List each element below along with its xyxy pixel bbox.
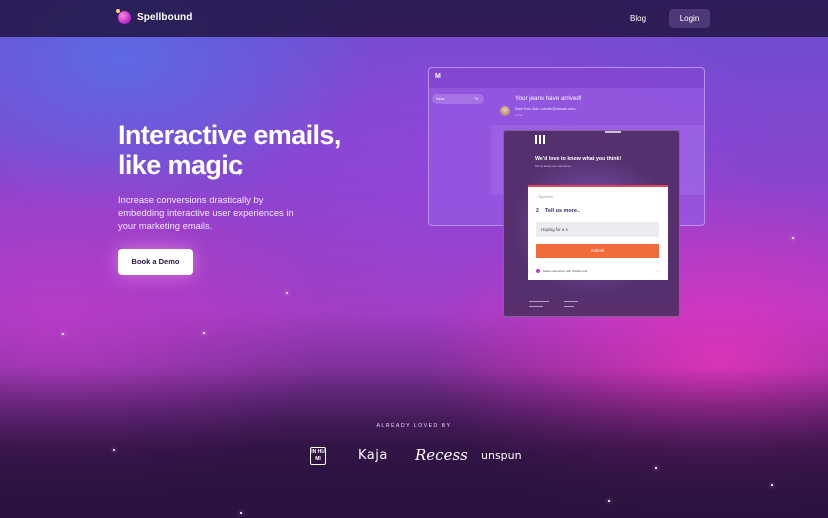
form-question: Tell us more.. <box>545 208 581 214</box>
inbox-count: 75 <box>474 97 478 101</box>
email-footer-lines <box>564 301 578 311</box>
top-nav: Spellbound Blog Login <box>0 0 828 37</box>
star-decoration <box>240 512 242 514</box>
spellbound-logo-icon <box>116 9 131 24</box>
star-decoration <box>792 237 794 239</box>
hero-title-line2: like magic <box>118 150 243 180</box>
mail-to: to me <box>515 113 523 117</box>
customer-logo-1: IN HU MI <box>310 447 326 465</box>
star-decoration <box>608 500 610 502</box>
email-brand-logo <box>535 131 547 149</box>
login-button[interactable]: Login <box>669 9 710 28</box>
mail-header-bar: M <box>429 68 704 88</box>
nav-blog-link[interactable]: Blog <box>630 14 646 23</box>
sender-email: <sender@domain.com> <box>540 107 577 111</box>
form-footer-text: Made interactive with Spellbound <box>543 269 588 273</box>
email-question-sub: Tell us about your experience <box>535 164 572 168</box>
avatar <box>500 106 510 116</box>
star-decoration <box>62 333 64 335</box>
gmail-icon: M <box>435 73 441 80</box>
email-body: We'd love to know what you think! Tell u… <box>510 131 673 302</box>
customer-logo-unspun: unspun <box>481 449 522 462</box>
email-brand-divider <box>605 131 621 133</box>
question-number: 2 <box>536 208 539 214</box>
book-demo-button[interactable]: Book a Demo <box>118 249 193 275</box>
spellbound-mini-icon <box>536 269 540 273</box>
sender-name: Dane from Jean <box>515 107 540 111</box>
inbox-label: Inbox <box>436 97 445 101</box>
form-answer-input[interactable]: Hoping for a s <box>536 222 659 237</box>
inbox-item: Inbox 75 <box>432 94 484 104</box>
bottom-fade <box>0 368 828 518</box>
customer-logo-kaja: Kaja <box>358 448 388 463</box>
customer-logos: IN HU MI Kaja Recess unspun <box>0 445 828 470</box>
email-footer-lines <box>529 301 549 311</box>
email-question: We'd love to know what you think! <box>535 156 622 162</box>
star-decoration <box>771 484 773 486</box>
hero-title-line1: Interactive emails, <box>118 120 341 150</box>
star-decoration <box>203 332 205 334</box>
sparkle-icon: ✦ <box>236 168 244 178</box>
form-submit-button[interactable]: Submit <box>536 244 659 258</box>
hero-subtitle: Increase conversions drastically by embe… <box>118 194 294 231</box>
form-footer: Made interactive with Spellbound <box>536 269 587 273</box>
already-loved-heading: ALREADY LOVED BY <box>376 423 452 429</box>
hero-title: Interactive emails, like magic <box>118 120 341 180</box>
chevron-icon: ⌄ <box>656 269 659 273</box>
brand-name: Spellbound <box>137 12 193 23</box>
interactive-email-mockup: We'd love to know what you think! Tell u… <box>503 130 680 317</box>
mail-from: Dane from Jean <sender@domain.com> <box>515 107 576 111</box>
form-brand: ◦ Typeform <box>536 195 553 199</box>
mail-subject: Your jeans have arrived! <box>515 95 582 102</box>
typeform-card: ◦ Typeform 2 Tell us more.. Hoping for a… <box>528 185 668 280</box>
star-decoration <box>286 292 288 294</box>
brand-logo[interactable]: Spellbound <box>116 9 193 24</box>
customer-logo-recess: Recess <box>415 446 468 464</box>
mail-sidebar: Inbox 75 <box>429 88 491 225</box>
